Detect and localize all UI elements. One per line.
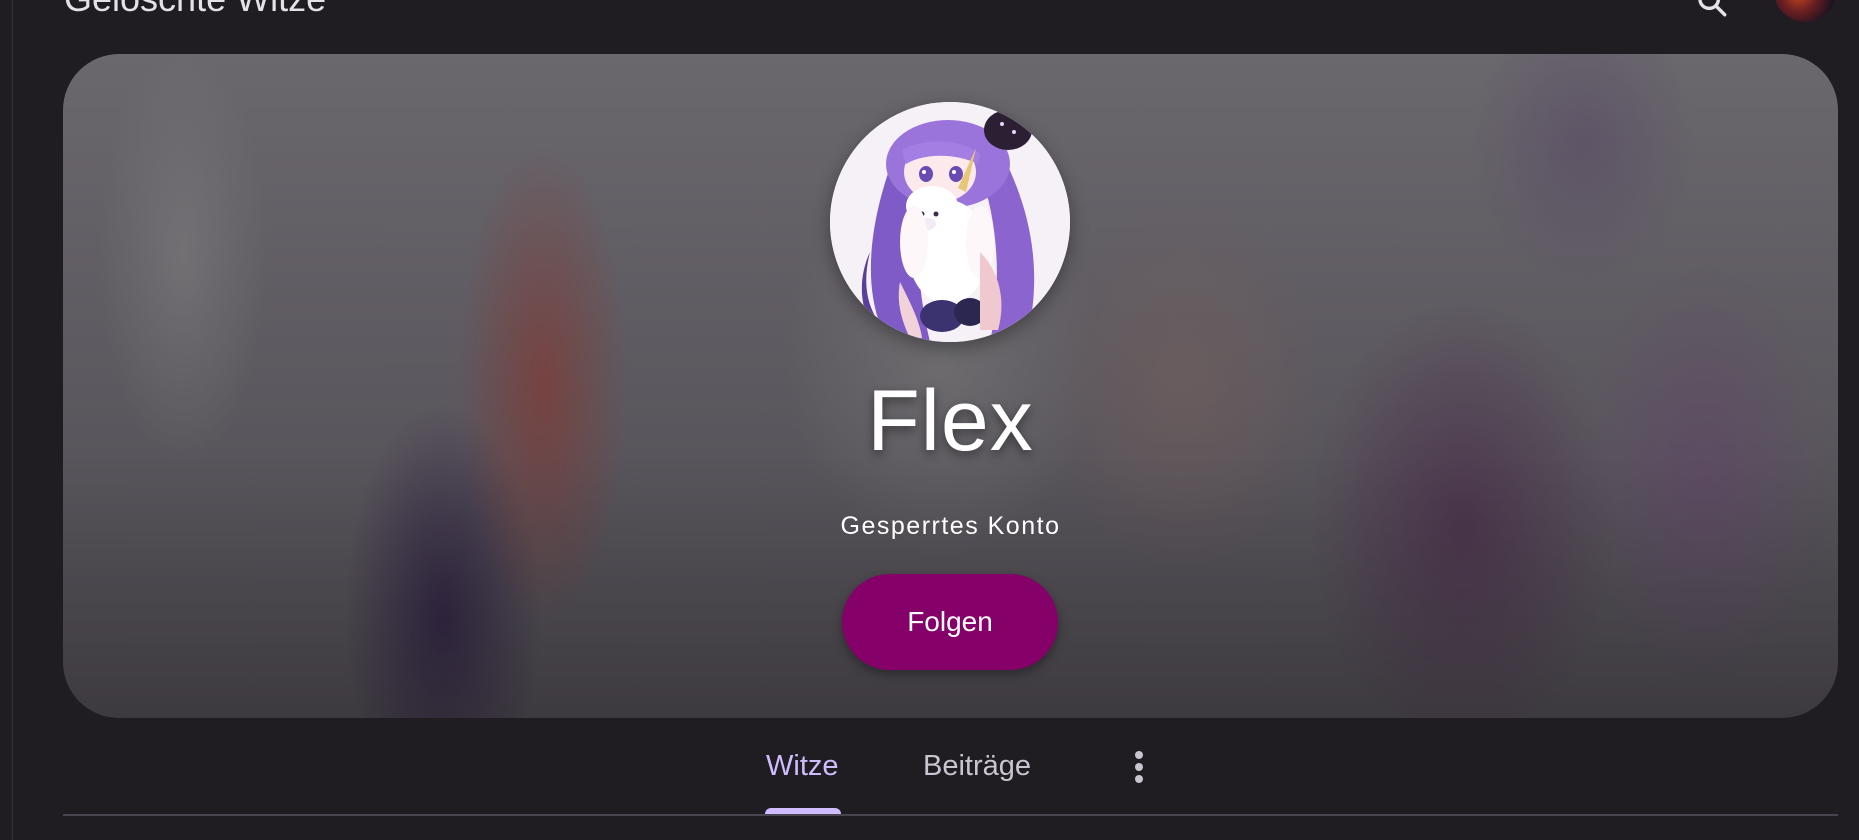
profile-page: Gelöschte Witze (0, 0, 1859, 840)
tab-witze[interactable]: Witze (766, 750, 839, 783)
profile-header-banner: Flex Gesperrtes Konto Folgen (63, 54, 1838, 718)
account-status: Gesperrtes Konto (840, 512, 1061, 540)
page-title: Gelöschte Witze (64, 0, 326, 20)
navigation-rail-divider (12, 0, 13, 840)
anime-girl-with-unicorn-avatar (830, 102, 1070, 342)
follow-button[interactable]: Folgen (842, 574, 1058, 670)
tab-beitraege[interactable]: Beiträge (923, 750, 1031, 783)
profile-avatar (830, 102, 1070, 342)
profile-name: Flex (867, 373, 1034, 469)
tabs-divider (63, 814, 1838, 816)
account-avatar[interactable] (1774, 0, 1836, 22)
more-vert-icon (1135, 751, 1143, 783)
search-icon (1698, 0, 1727, 17)
search-button[interactable] (1692, 0, 1732, 22)
more-options-button[interactable] (1120, 744, 1158, 790)
profile-tabs: Witze Beiträge (0, 730, 1859, 816)
